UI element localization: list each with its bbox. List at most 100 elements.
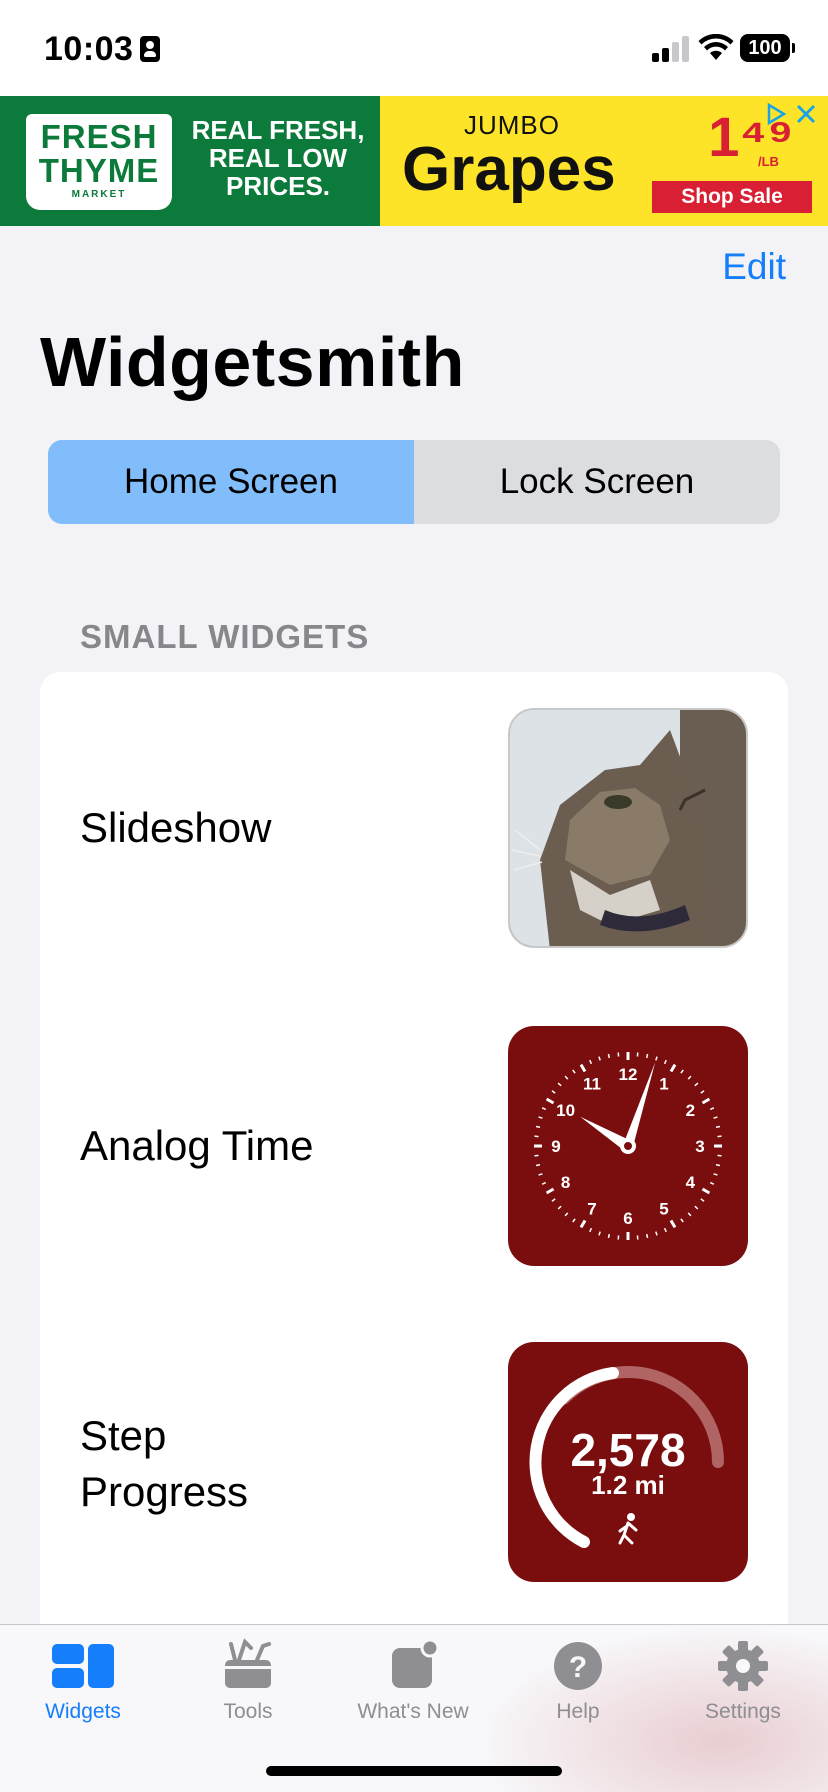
- help-icon: ?: [554, 1642, 602, 1690]
- clock-tick: [715, 1125, 721, 1129]
- widgets-icon: [52, 1644, 114, 1688]
- home-indicator[interactable]: [266, 1766, 562, 1776]
- ad-banner[interactable]: FRESH THYME MARKET REAL FRESH, REAL LOW …: [0, 96, 828, 226]
- widget-row-analog-time[interactable]: Analog Time 12 1 2 3 4 5 6 7 8 9 10 11: [40, 1026, 788, 1276]
- clock-tick: [680, 1069, 684, 1074]
- clock-number: 11: [583, 1075, 601, 1094]
- logo-line-2: THYME: [38, 152, 160, 189]
- clock-tick: [709, 1107, 715, 1111]
- clock-tick: [607, 1233, 611, 1239]
- clock-tick: [572, 1069, 576, 1074]
- clock-face: 121234567891011: [534, 1052, 722, 1240]
- clock-tick: [701, 1097, 711, 1105]
- tab-settings[interactable]: Settings: [660, 1636, 826, 1736]
- ad-brand-panel[interactable]: FRESH THYME MARKET REAL FRESH, REAL LOW …: [0, 96, 380, 226]
- clock-tick: [598, 1056, 601, 1061]
- clock-tick: [541, 1181, 547, 1185]
- clock-tick: [538, 1173, 543, 1176]
- close-icon[interactable]: [794, 102, 818, 126]
- analog-clock-preview[interactable]: 12 1 2 3 4 5 6 7 8 9 10 11: [508, 1026, 748, 1266]
- clock-tick: [663, 1227, 667, 1233]
- clock-tick: [541, 1107, 547, 1111]
- tab-label: Settings: [705, 1700, 781, 1723]
- svg-text:?: ?: [569, 1651, 587, 1684]
- clock-tick: [680, 1218, 684, 1223]
- cellular-signal-icon: [652, 36, 690, 62]
- ad-product-panel[interactable]: JUMBO Grapes 1⁴⁹ /LB Shop Sale: [380, 96, 828, 226]
- small-widgets-list: Slideshow Analog Time 12 1 2 3 4 5 6 7 8 9 10 11 St…: [40, 672, 788, 1672]
- clock-tick: [579, 1219, 587, 1229]
- tab-label: Tools: [223, 1700, 273, 1723]
- clock-tick: [535, 1125, 541, 1129]
- tab-whats-new[interactable]: What's New: [330, 1636, 496, 1736]
- tab-help[interactable]: ? Help: [495, 1636, 661, 1736]
- clock-number: 6: [623, 1209, 632, 1228]
- segment-lock-screen[interactable]: Lock Screen: [414, 440, 780, 524]
- wifi-icon: [698, 34, 734, 60]
- widget-label: Analog Time: [80, 1122, 314, 1169]
- clock-tick: [645, 1053, 649, 1059]
- widget-label: Step Progress: [80, 1408, 400, 1520]
- logo-line-3: MARKET: [71, 189, 127, 200]
- notification-icon: [392, 1638, 440, 1688]
- widget-label-line-2: Progress: [80, 1468, 249, 1515]
- ad-price-unit: /LB: [758, 154, 779, 169]
- clock-number: 4: [686, 1173, 696, 1192]
- step-progress-preview[interactable]: 2,578 1.2 mi: [508, 1342, 748, 1582]
- ad-shop-sale-button[interactable]: Shop Sale: [652, 181, 812, 213]
- toolbox-icon: [225, 1638, 271, 1688]
- clock-tick: [538, 1116, 543, 1119]
- edit-button[interactable]: Edit: [722, 246, 786, 288]
- clock-tick: [713, 1173, 718, 1176]
- logo-line-1: FRESH: [40, 118, 158, 155]
- ad-choices-icon[interactable]: [764, 102, 788, 126]
- clock-tick: [655, 1231, 658, 1236]
- step-progress-ring: 2,578 1.2 mi: [529, 1366, 724, 1558]
- clock-tick: [535, 1163, 541, 1167]
- fresh-thyme-logo: FRESH THYME MARKET: [26, 114, 172, 210]
- status-time: 10:03: [44, 30, 134, 68]
- clock-tick: [694, 1205, 699, 1210]
- contact-card-icon: [140, 36, 160, 62]
- tab-label: What's New: [357, 1700, 469, 1723]
- clock-tick: [700, 1198, 705, 1202]
- step-distance: 1.2 mi: [591, 1470, 665, 1500]
- clock-tick: [715, 1163, 721, 1167]
- widget-row-slideshow[interactable]: Slideshow: [40, 708, 788, 958]
- clock-tick: [564, 1075, 569, 1080]
- clock-tick: [598, 1231, 601, 1236]
- widget-label: Slideshow: [80, 804, 272, 851]
- widget-row-step-progress[interactable]: Step Progress 2,578 1.2 mi: [40, 1342, 788, 1592]
- clock-tick: [551, 1198, 556, 1202]
- clock-tick: [687, 1075, 692, 1080]
- clock-number: 1: [659, 1075, 668, 1094]
- clock-number: 3: [695, 1137, 704, 1156]
- clock-tick: [694, 1082, 699, 1087]
- clock-tick: [589, 1059, 593, 1065]
- clock-tick: [545, 1097, 555, 1105]
- clock-tick: [700, 1090, 705, 1094]
- clock-tick: [663, 1059, 667, 1065]
- clock-tick: [645, 1233, 649, 1239]
- gear-icon: [718, 1641, 768, 1691]
- clock-tick: [564, 1212, 569, 1217]
- slideshow-cat-photo[interactable]: [508, 708, 748, 948]
- tab-tools[interactable]: Tools: [165, 1636, 331, 1736]
- widget-label-line-1: Step: [80, 1412, 167, 1459]
- clock-tick: [557, 1082, 562, 1087]
- clock-tick: [551, 1090, 556, 1094]
- segment-home-screen[interactable]: Home Screen: [48, 440, 414, 524]
- tab-label: Help: [556, 1700, 600, 1723]
- screen-type-segmented-control[interactable]: Home Screen Lock Screen: [48, 440, 780, 524]
- clock-tick: [545, 1187, 555, 1195]
- section-header-small-widgets: SMALL WIDGETS: [80, 618, 370, 655]
- ad-tagline: REAL FRESH, REAL LOW PRICES.: [191, 115, 365, 201]
- clock-number: 12: [619, 1065, 638, 1084]
- status-bar: 10:03 100: [0, 0, 828, 96]
- clock-tick: [589, 1227, 593, 1233]
- clock-tick: [687, 1212, 692, 1217]
- page-title: Widgetsmith: [40, 323, 465, 401]
- clock-number: 9: [551, 1137, 560, 1156]
- clock-tick: [579, 1063, 587, 1073]
- tab-widgets[interactable]: Widgets: [0, 1636, 166, 1736]
